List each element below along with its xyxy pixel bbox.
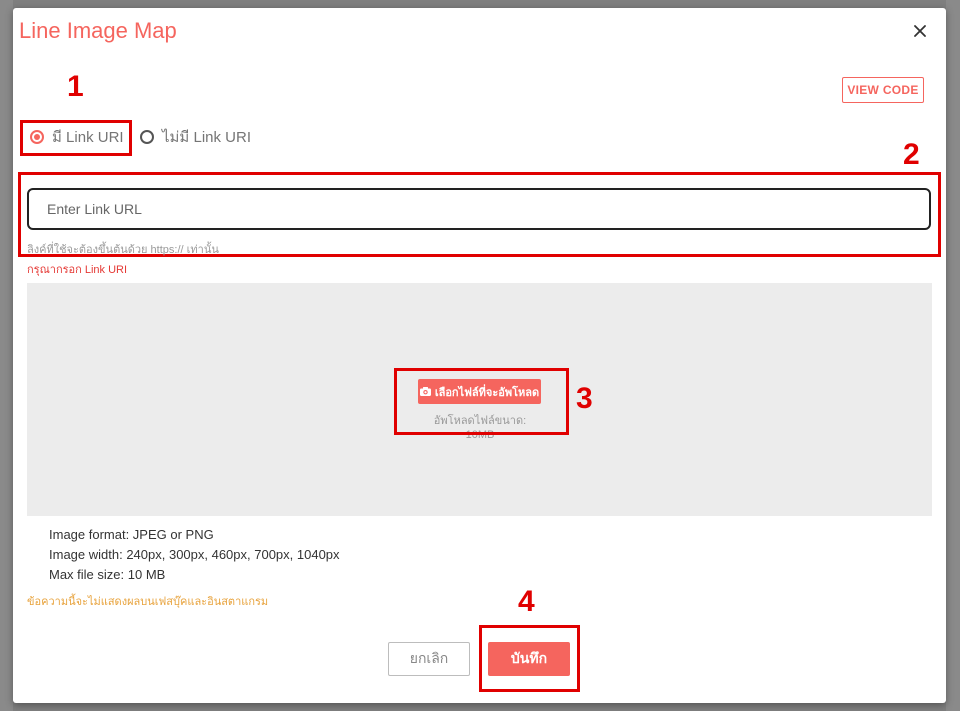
radio-with-link-label: มี Link URI	[52, 129, 124, 146]
close-button[interactable]	[909, 20, 931, 42]
spec-size: Max file size: 10 MB	[49, 567, 166, 582]
spec-width: Image width: 240px, 300px, 460px, 700px,…	[49, 547, 340, 562]
annotation-number-2: 2	[903, 138, 920, 171]
save-button[interactable]: บันทึก	[488, 642, 570, 676]
annotation-number-3: 3	[576, 382, 593, 415]
annotation-number-4: 4	[518, 585, 535, 618]
link-url-input[interactable]	[27, 188, 931, 230]
radio-checked-icon	[30, 130, 44, 144]
platform-warning: ข้อความนี้จะไม่แสดงผลบนเฟสบุ๊คและอินสตาแ…	[27, 596, 269, 608]
background-page	[946, 0, 960, 711]
annotation-box-3	[394, 368, 569, 435]
annotation-number-1: 1	[67, 70, 84, 103]
link-url-helper-text: ลิงค์ที่ใช้จะต้องขึ้นต้นด้วย https:// เท…	[27, 244, 219, 256]
line-image-map-modal: Line Image Map VIEW CODE 1 มี Link URI ไ…	[13, 8, 946, 703]
close-icon	[914, 25, 926, 37]
spec-format: Image format: JPEG or PNG	[49, 527, 214, 542]
radio-with-link[interactable]: มี Link URI	[30, 125, 124, 149]
radio-without-link[interactable]: ไม่มี Link URI	[140, 125, 251, 149]
image-requirements: Image format: JPEG or PNG Image width: 2…	[49, 525, 340, 585]
link-url-error-text: กรุณากรอก Link URI	[27, 264, 128, 276]
radio-unchecked-icon	[140, 130, 154, 144]
background-page	[0, 0, 13, 711]
cancel-button[interactable]: ยกเลิก	[388, 642, 470, 676]
radio-without-link-label: ไม่มี Link URI	[162, 129, 252, 146]
modal-title: Line Image Map	[19, 18, 177, 43]
view-code-button[interactable]: VIEW CODE	[842, 77, 924, 103]
